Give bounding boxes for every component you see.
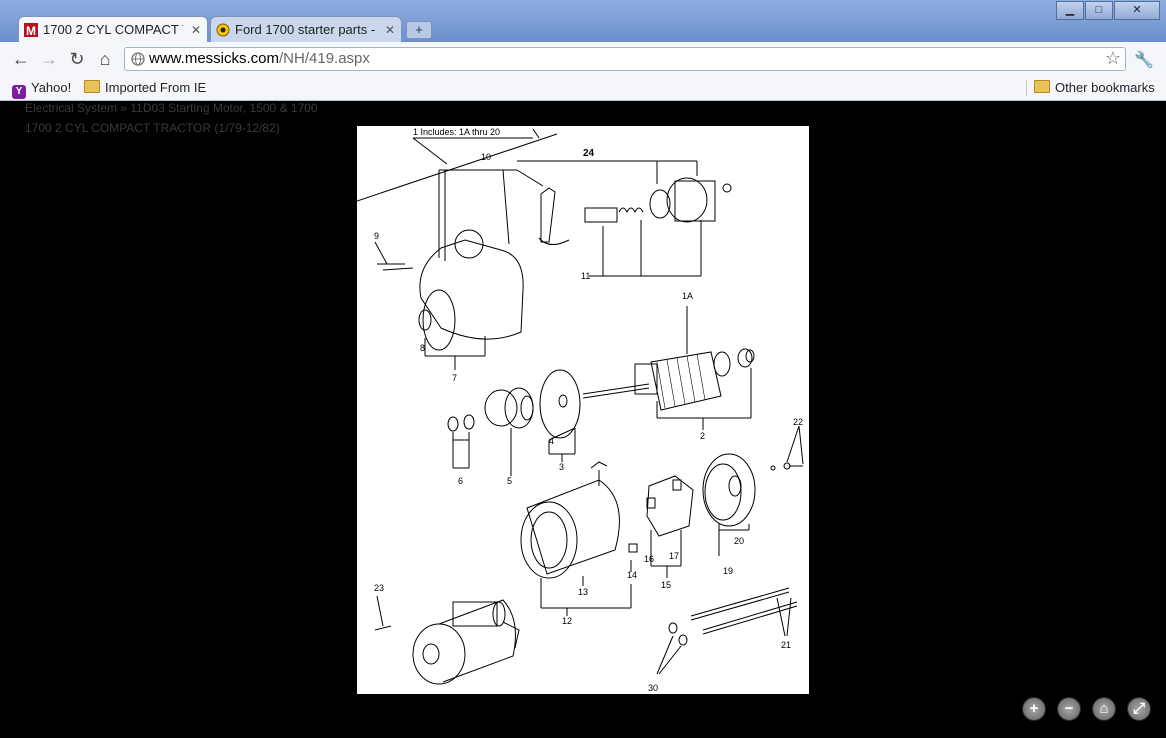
callout-12: 12 (562, 616, 572, 626)
starter-exploded-view: 1 Includes: 1A thru 20 10 24 9 11 1A 8 7… (356, 127, 804, 693)
reload-icon[interactable]: ↻ (66, 48, 88, 70)
wrench-menu-icon[interactable]: 🔧 (1134, 50, 1154, 70)
zoom-in-button[interactable]: + (1022, 697, 1046, 721)
callout-3: 3 (559, 462, 564, 472)
window-controls: ▁ □ ✕ (1055, 1, 1160, 20)
tab-messicks[interactable]: M 1700 2 CYL COMPACT TR ✕ (18, 16, 208, 42)
messicks-m-icon: M (24, 23, 38, 37)
yahoo-icon: Y (12, 85, 26, 99)
bookmark-star-icon[interactable]: ☆ (1105, 48, 1121, 69)
bookmark-label: Yahoo! (31, 80, 72, 95)
parts-diagram: 1 Includes: 1A thru 20 10 24 9 11 1A 8 7… (356, 126, 809, 694)
url-host: www.messicks.com (149, 50, 280, 67)
callout-7: 7 (452, 373, 457, 383)
tab-ford-search[interactable]: Ford 1700 starter parts - ✕ (210, 16, 402, 42)
callout-6: 6 (458, 476, 463, 486)
close-window-button[interactable]: ✕ (1114, 1, 1160, 20)
callout-21: 21 (781, 640, 791, 650)
fullscreen-button[interactable]: ⤢ (1127, 697, 1151, 721)
new-tab-button[interactable]: + (406, 21, 432, 39)
url-text: www.messicks.com/NH/419.aspx (149, 50, 370, 67)
callout-5: 5 (507, 476, 512, 486)
bookmark-label: Imported From IE (105, 80, 207, 95)
home-icon[interactable]: ⌂ (94, 48, 116, 70)
page-subtitle: 1700 2 CYL COMPACT TRACTOR (1/79-12/82) (25, 121, 280, 135)
url-path: /NH/419.aspx (279, 50, 370, 67)
tab-title: Ford 1700 starter parts - (235, 22, 375, 37)
forward-arrow-icon[interactable]: → (38, 48, 60, 70)
bookmark-label: Other bookmarks (1055, 80, 1155, 95)
callout-19: 19 (723, 566, 733, 576)
folder-icon (1034, 80, 1050, 93)
callout-14: 14 (627, 570, 637, 580)
reset-view-button[interactable]: ⌂ (1092, 697, 1116, 721)
tab-title: 1700 2 CYL COMPACT TR (43, 22, 183, 37)
address-bar[interactable]: www.messicks.com/NH/419.aspx ☆ (124, 47, 1126, 71)
other-bookmarks[interactable]: Other bookmarks (1034, 79, 1155, 97)
folder-icon (84, 80, 100, 93)
tab-close-icon[interactable]: ✕ (191, 17, 201, 42)
bookmark-yahoo[interactable]: Y Yahoo! (12, 79, 72, 99)
tab-close-icon[interactable]: ✕ (385, 17, 395, 42)
callout-15: 15 (661, 580, 671, 590)
globe-icon (131, 52, 145, 66)
callout-4: 4 (549, 436, 554, 446)
callout-30: 30 (648, 683, 658, 693)
diagram-note: 1 Includes: 1A thru 20 (413, 127, 500, 137)
callout-11: 11 (581, 271, 590, 281)
bookmarks-bar: Y Yahoo! Imported From IE Other bookmarks (0, 76, 1166, 101)
callout-23: 23 (374, 583, 384, 593)
ford-search-icon (216, 23, 230, 37)
callout-8: 8 (420, 343, 425, 353)
callout-16: 16 (644, 554, 654, 564)
svg-text:M: M (26, 24, 36, 37)
browser-toolbar: ← → ↻ ⌂ www.messicks.com/NH/419.aspx ☆ 🔧 (0, 42, 1166, 76)
callout-24: 24 (583, 148, 595, 159)
minimize-button[interactable]: ▁ (1056, 1, 1084, 20)
callout-2: 2 (700, 431, 705, 441)
callout-13: 13 (578, 587, 588, 597)
callout-20: 20 (734, 536, 744, 546)
maximize-button[interactable]: □ (1085, 1, 1113, 20)
back-arrow-icon[interactable]: ← (10, 48, 32, 70)
bookmarks-divider (1026, 80, 1027, 96)
callout-9: 9 (374, 231, 379, 241)
bookmark-imported-from-ie[interactable]: Imported From IE (84, 79, 206, 97)
breadcrumb[interactable]: Electrical System » 11D03 Starting Motor… (25, 101, 318, 115)
zoom-out-button[interactable]: − (1057, 697, 1081, 721)
callout-22: 22 (793, 417, 803, 427)
callout-1a: 1A (682, 291, 693, 301)
callout-10: 10 (481, 152, 491, 162)
title-bar: M 1700 2 CYL COMPACT TR ✕ Ford 1700 star… (0, 0, 1166, 42)
callout-17: 17 (669, 551, 679, 561)
